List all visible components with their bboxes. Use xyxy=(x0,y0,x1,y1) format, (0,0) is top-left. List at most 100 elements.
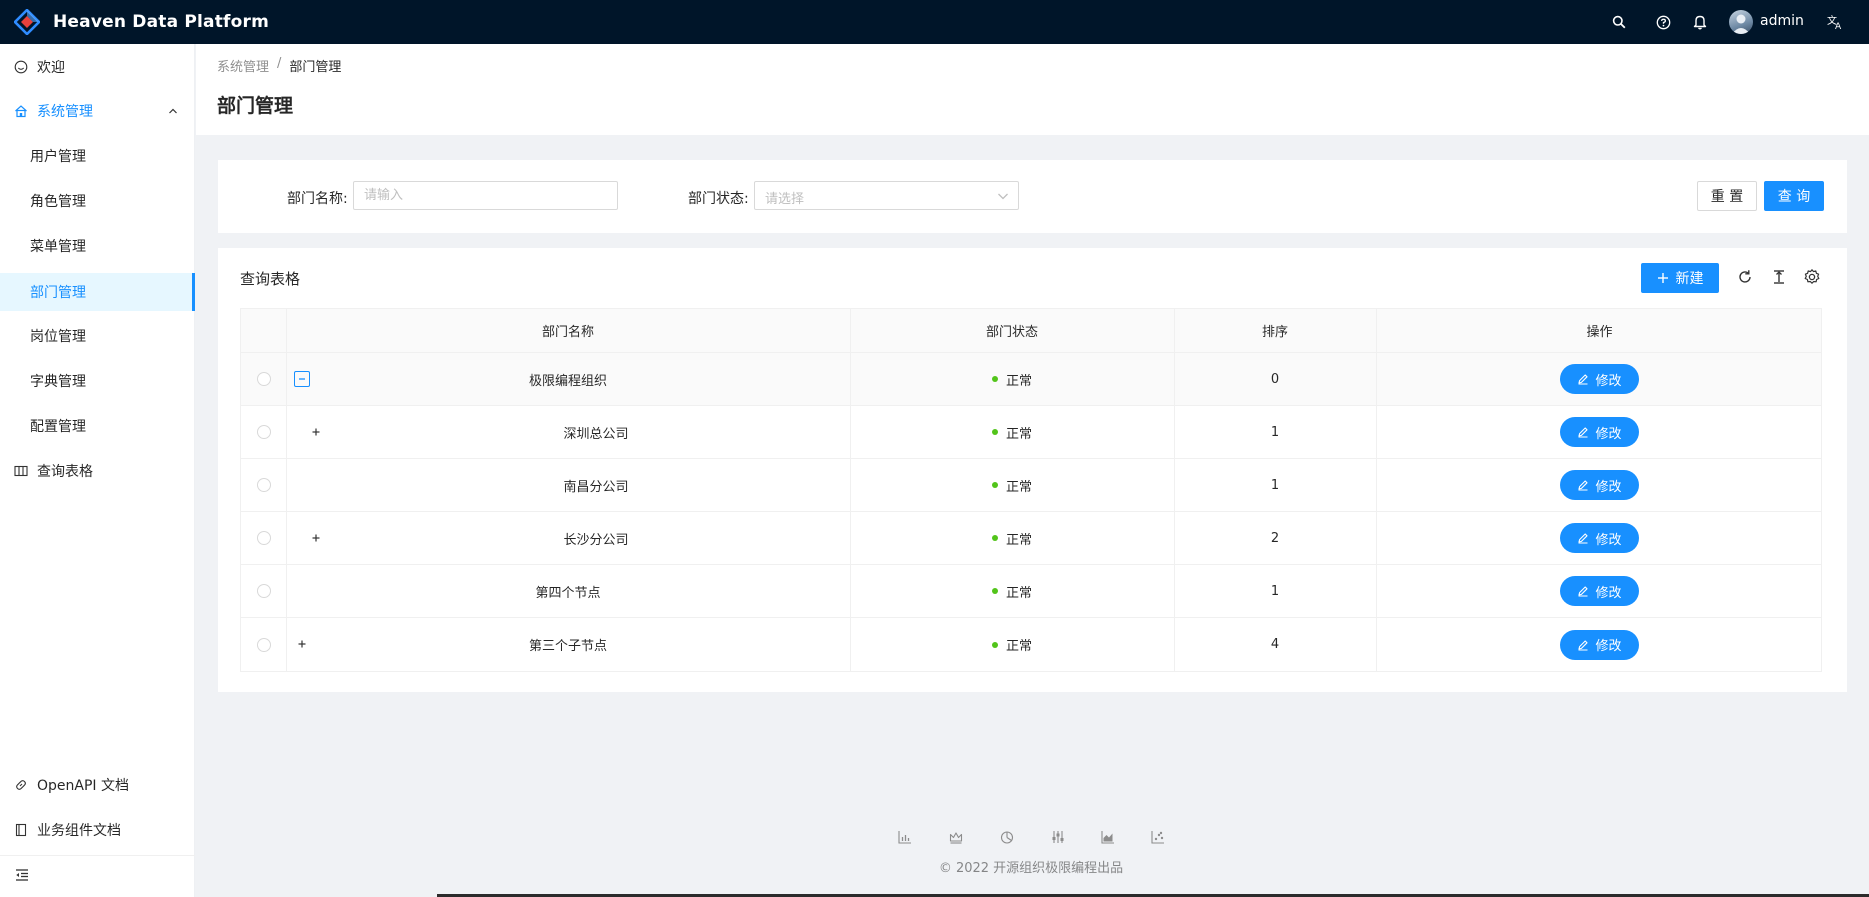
search-form: 部门名称: 部门状态: 请选择 重 置 查 询 xyxy=(218,160,1847,233)
sliders-icon[interactable] xyxy=(1050,829,1066,845)
table-row[interactable]: 第四个节点 正常 1 修改 xyxy=(241,565,1821,618)
dept-order-cell: 2 xyxy=(1270,530,1280,546)
book-icon xyxy=(15,823,27,837)
row-select-cell xyxy=(241,565,286,617)
table-title: 查询表格 xyxy=(240,270,301,288)
edit-button[interactable]: 修改 xyxy=(1560,417,1639,447)
row-select-radio[interactable] xyxy=(256,372,271,386)
dept-status-select[interactable]: 请选择 xyxy=(754,181,1019,210)
query-button[interactable]: 查 询 xyxy=(1764,181,1824,211)
row-select-radio[interactable] xyxy=(256,425,271,439)
sidebar-item-query-table[interactable]: 查询表格 xyxy=(0,452,195,490)
sidebar-item-label: 系统管理 xyxy=(37,104,93,120)
select-placeholder: 请选择 xyxy=(765,192,805,207)
dot-chart-icon[interactable] xyxy=(1150,829,1166,845)
chevron-up-icon[interactable] xyxy=(168,106,178,116)
pie-chart-icon[interactable] xyxy=(999,829,1015,845)
edit-button-label: 修改 xyxy=(1595,532,1622,548)
copyright: © 2022 开源组织极限编程出品 xyxy=(0,857,1869,876)
edit-button[interactable]: 修改 xyxy=(1560,470,1639,500)
sidebar-item-departments[interactable]: 部门管理 xyxy=(0,273,195,311)
crown-icon[interactable] xyxy=(948,829,964,845)
sidebar-item-config[interactable]: 配置管理 xyxy=(0,407,195,445)
status-dot-icon xyxy=(991,376,998,382)
edit-icon xyxy=(1578,374,1589,385)
table-row[interactable]: 第三个子节点 正常 4 修改 xyxy=(241,618,1821,671)
edit-button[interactable]: 修改 xyxy=(1560,364,1639,394)
status-dot-icon xyxy=(991,588,998,594)
dept-status-cell: 正常 xyxy=(850,618,1174,671)
sidebar-item-label: 岗位管理 xyxy=(30,329,86,345)
sidebar-item-menus[interactable]: 菜单管理 xyxy=(0,227,195,265)
status-badge: 正常 xyxy=(1005,585,1032,601)
edit-button[interactable]: 修改 xyxy=(1560,523,1639,553)
dept-name-input[interactable] xyxy=(353,181,618,210)
bar-chart-icon[interactable] xyxy=(897,829,913,845)
area-chart-icon[interactable] xyxy=(1100,829,1116,845)
top-header: Heaven Data Platform admin 文A xyxy=(0,0,1869,44)
sidebar-item-label: 查询表格 xyxy=(37,464,93,480)
new-button[interactable]: 新建 xyxy=(1641,263,1719,293)
dept-name-label: 部门名称: xyxy=(287,191,348,207)
username[interactable]: admin xyxy=(1760,13,1804,29)
table-row[interactable]: 极限编程组织 正常 0 修改 xyxy=(241,353,1821,406)
row-select-radio[interactable] xyxy=(256,531,271,545)
link-icon xyxy=(16,780,26,790)
reload-icon[interactable] xyxy=(1735,267,1755,287)
edit-button-label: 修改 xyxy=(1595,585,1622,601)
dept-status-cell: 正常 xyxy=(850,353,1174,405)
sidebar-item-label: 角色管理 xyxy=(30,194,86,210)
gear-icon[interactable] xyxy=(1802,267,1822,287)
dept-name-cell: 极限编程组织 xyxy=(528,373,607,389)
sidebar-item-label: 部门管理 xyxy=(30,285,86,301)
bell-icon[interactable] xyxy=(1690,12,1710,32)
row-select-radio[interactable] xyxy=(256,478,271,492)
avatar[interactable] xyxy=(1729,10,1753,34)
plus-icon xyxy=(1657,273,1668,283)
edit-button-label: 修改 xyxy=(1595,373,1622,389)
table-row[interactable]: 南昌分公司 正常 1 修改 xyxy=(241,459,1821,512)
column-divider xyxy=(286,459,287,511)
sidebar-item-label: 欢迎 xyxy=(37,60,65,76)
edit-button-label: 修改 xyxy=(1595,479,1622,495)
table-row[interactable]: 深圳总公司 正常 1 修改 xyxy=(241,406,1821,459)
status-dot-icon xyxy=(991,429,998,435)
dept-status-label: 部门状态: xyxy=(688,191,749,207)
sidebar-item-label: 字典管理 xyxy=(30,374,86,390)
sidebar-item-system-management[interactable]: 系统管理 xyxy=(0,92,195,130)
sidebar-item-positions[interactable]: 岗位管理 xyxy=(0,317,195,355)
status-badge: 正常 xyxy=(1005,639,1032,654)
table-row[interactable]: 长沙分公司 正常 2 修改 xyxy=(241,512,1821,565)
sidebar-item-dictionary[interactable]: 字典管理 xyxy=(0,362,195,400)
dept-order-cell: 1 xyxy=(1270,477,1280,493)
status-dot-icon xyxy=(991,535,998,541)
sidebar-item-openapi-docs[interactable]: OpenAPI 文档 xyxy=(0,766,195,804)
reset-button[interactable]: 重 置 xyxy=(1697,181,1757,211)
table-header-row: 部门名称 部门状态 排序 操作 xyxy=(241,309,1821,353)
sidebar-item-welcome[interactable]: 欢迎 xyxy=(0,48,195,86)
edit-button[interactable]: 修改 xyxy=(1560,629,1639,660)
sidebar-item-component-docs[interactable]: 业务组件文档 xyxy=(0,811,195,849)
row-select-cell xyxy=(241,353,286,405)
row-select-cell xyxy=(241,459,286,511)
app-logo-icon[interactable] xyxy=(14,9,40,35)
row-select-cell xyxy=(241,618,286,671)
edit-button[interactable]: 修改 xyxy=(1560,576,1639,606)
search-icon[interactable] xyxy=(1609,12,1629,32)
dept-order-cell: 1 xyxy=(1270,424,1280,440)
status-dot-icon xyxy=(991,482,998,488)
sidebar-item-roles[interactable]: 角色管理 xyxy=(0,182,195,220)
row-select-radio[interactable] xyxy=(256,637,271,652)
edit-button-label: 修改 xyxy=(1595,639,1622,654)
language-translate-icon[interactable]: 文A xyxy=(1825,12,1845,32)
column-height-icon[interactable] xyxy=(1769,267,1789,287)
actions-cell: 修改 xyxy=(1376,459,1823,511)
row-select-radio[interactable] xyxy=(256,584,271,598)
page-header: 系统管理 / 部门管理 部门管理 xyxy=(196,44,1869,135)
breadcrumb-item-system[interactable]: 系统管理 xyxy=(217,56,269,75)
row-select-cell xyxy=(241,512,286,564)
svg-text:A: A xyxy=(1835,22,1842,30)
sidebar-item-users[interactable]: 用户管理 xyxy=(0,137,195,175)
app-title[interactable]: Heaven Data Platform xyxy=(53,12,269,32)
help-icon[interactable] xyxy=(1653,12,1673,32)
